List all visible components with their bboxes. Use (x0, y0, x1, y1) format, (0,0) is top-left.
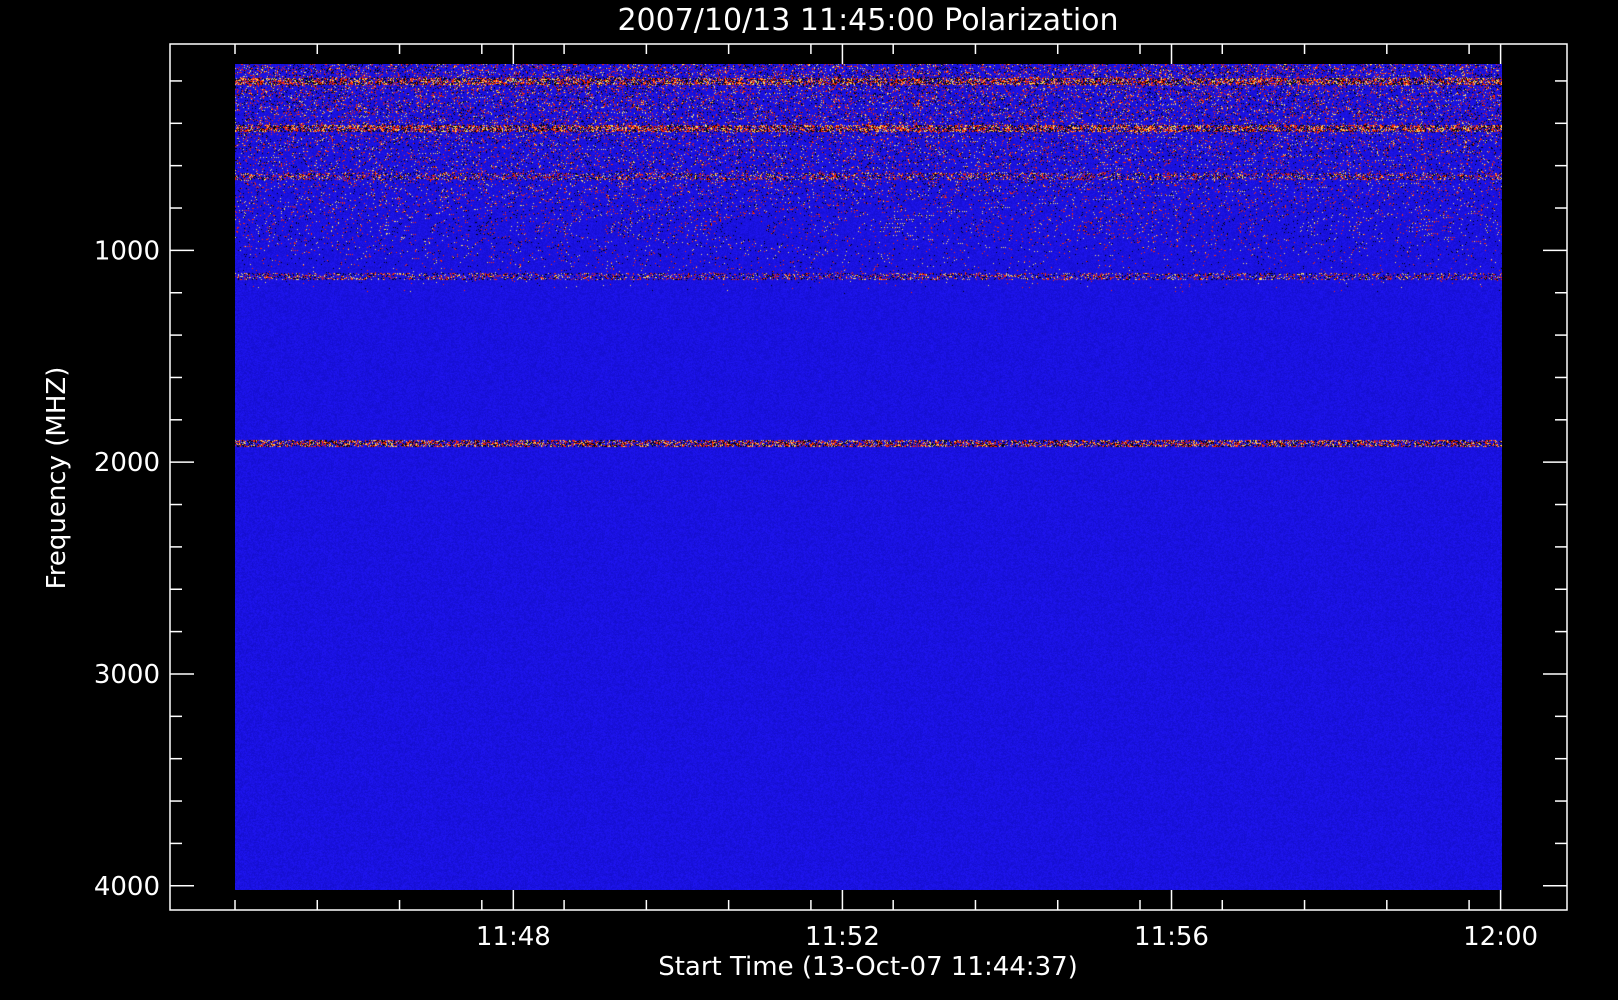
x-axis-label: Start Time (13-Oct-07 11:44:37) (658, 952, 1078, 982)
y-axis-label: Frequency (MHZ) (42, 367, 72, 590)
y-tick-label: 1000 (94, 236, 160, 266)
y-tick-label: 2000 (94, 448, 160, 478)
x-tick-label: 11:56 (1134, 922, 1209, 952)
x-tick-label: 12:00 (1463, 922, 1538, 952)
heatmap-image (235, 64, 1502, 890)
chart-title: 2007/10/13 11:45:00 Polarization (617, 3, 1118, 38)
y-tick-label: 4000 (94, 872, 160, 902)
y-tick-label: 3000 (94, 660, 160, 690)
x-tick-label: 11:52 (805, 922, 880, 952)
spectrogram-chart: 2007/10/13 11:45:00 Polarization 11:48 11… (42, 3, 1568, 982)
x-tick-label: 11:48 (476, 922, 551, 952)
heatmap-raster (235, 64, 1502, 890)
